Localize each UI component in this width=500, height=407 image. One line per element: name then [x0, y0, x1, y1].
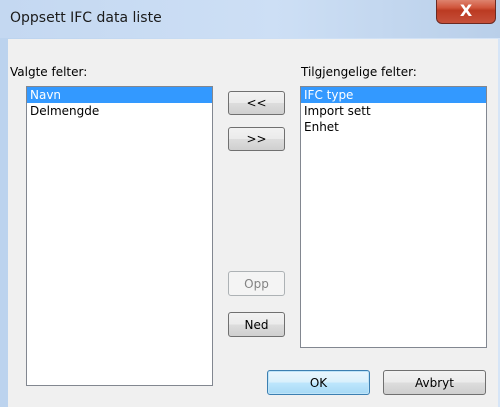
selected-fields-list[interactable]: Navn Delmengde: [26, 86, 213, 386]
available-fields-label: Tilgjengelige felter:: [301, 65, 417, 79]
close-button[interactable]: X: [436, 0, 496, 24]
window-title: Oppsett IFC data liste: [10, 10, 162, 26]
selected-fields-label: Valgte felter:: [10, 65, 88, 79]
move-to-selected-button[interactable]: <<: [228, 91, 285, 115]
list-item[interactable]: IFC type: [301, 87, 486, 103]
move-up-button[interactable]: Opp: [228, 271, 285, 296]
list-item[interactable]: Import sett: [301, 103, 486, 119]
list-item[interactable]: Delmengde: [27, 103, 212, 119]
list-item[interactable]: Enhet: [301, 119, 486, 135]
move-down-button[interactable]: Ned: [228, 312, 285, 337]
dialog-body: Valgte felter: Navn Delmengde << >> Opp …: [8, 39, 498, 407]
close-icon: X: [459, 1, 473, 20]
available-fields-list[interactable]: IFC type Import sett Enhet: [300, 86, 487, 348]
dialog-window: Oppsett IFC data liste X Valgte felter: …: [0, 0, 500, 407]
ok-button[interactable]: OK: [267, 370, 370, 395]
title-bar[interactable]: Oppsett IFC data liste X: [0, 0, 500, 38]
list-item[interactable]: Navn: [27, 87, 212, 103]
cancel-button[interactable]: Avbryt: [383, 370, 486, 395]
move-to-available-button[interactable]: >>: [228, 127, 285, 151]
